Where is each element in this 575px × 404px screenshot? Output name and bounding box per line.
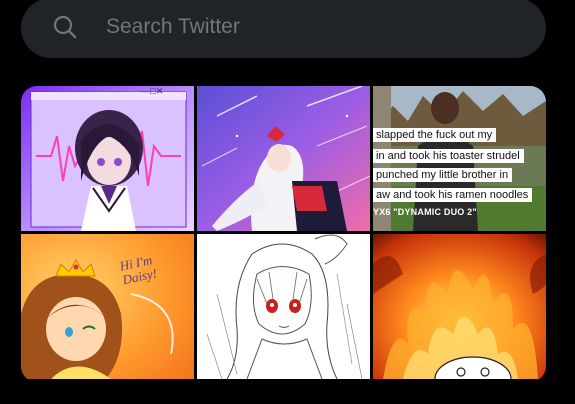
search-input[interactable] (106, 12, 506, 42)
sketch-girl-image (197, 234, 370, 379)
purple-anime-girl-image (21, 86, 194, 231)
meme-caption-line-3: punched my little brother in (373, 168, 513, 182)
meme-tag: YX6 "DYNAMIC DUO 2" (373, 207, 477, 217)
media-tile-meme[interactable]: slapped the fuck out my in and took his … (373, 86, 546, 231)
meme-caption-line-2: in and took his toaster strudel (373, 149, 524, 163)
media-tile-sketch-girl[interactable] (197, 234, 370, 379)
daisy-image (21, 234, 194, 379)
media-grid: —□✕ slapped the fuck out my in and took … (21, 86, 546, 382)
media-tile-white-hair-girl-space[interactable] (197, 86, 370, 231)
meme-caption-line-4: aw and took his ramen noodles (373, 188, 533, 202)
window-controls-icon: —□✕ (141, 86, 164, 96)
explore-page: —□✕ (0, 0, 575, 404)
meme-caption-line-1: slapped the fuck out my (373, 128, 497, 142)
media-tile-fire[interactable] (373, 234, 546, 379)
search-icon[interactable] (52, 14, 78, 40)
white-hair-girl-image (197, 86, 370, 231)
media-tile-daisy[interactable]: Hi I'm Daisy! (21, 234, 194, 379)
fire-image (373, 234, 546, 379)
media-tile-purple-anime-girl[interactable]: —□✕ (21, 86, 194, 231)
